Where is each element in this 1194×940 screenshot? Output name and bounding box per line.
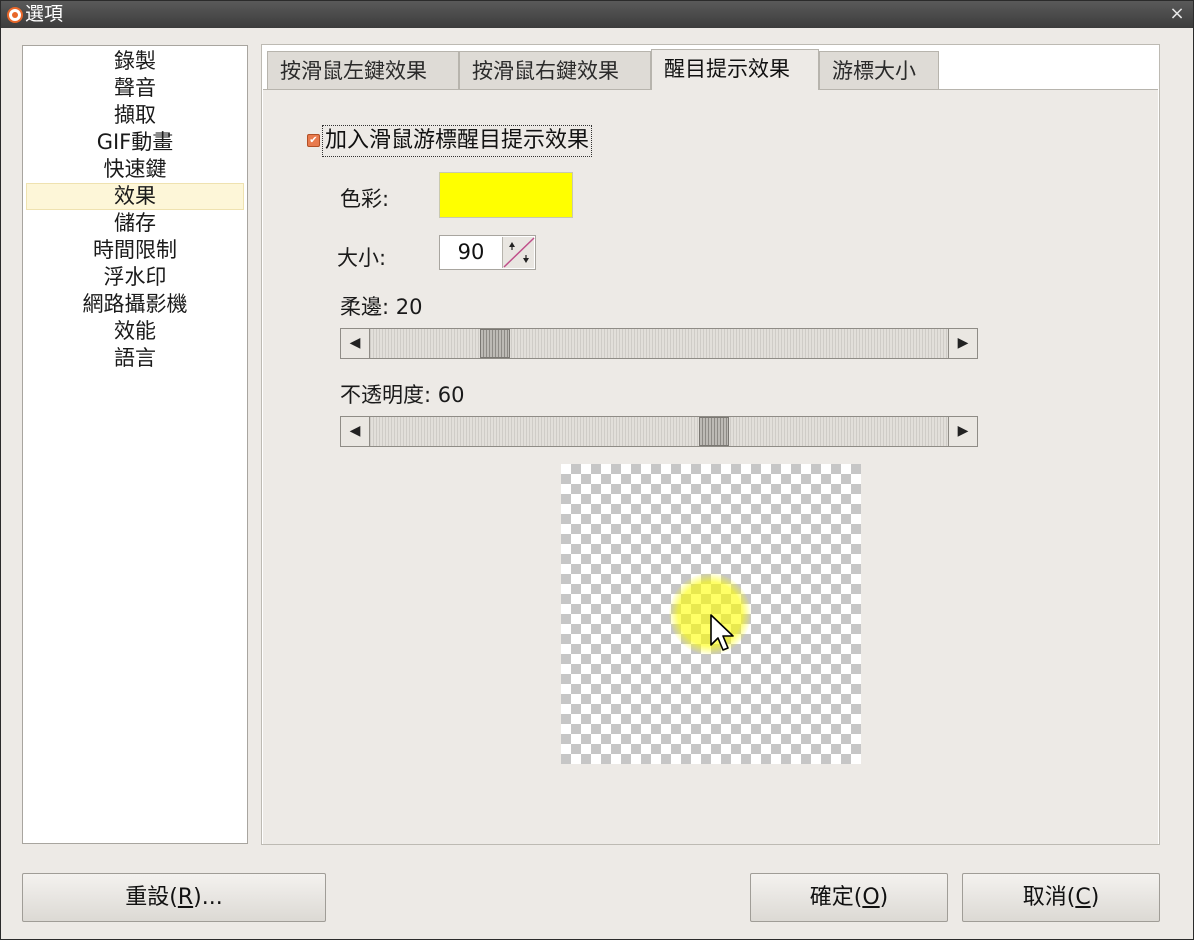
category-item-hotkeys[interactable]: 快速鍵: [26, 156, 244, 183]
checkmark-icon: ✔: [309, 135, 318, 146]
category-item-gif[interactable]: GIF動畫: [26, 129, 244, 156]
tab-highlight-effect[interactable]: 醒目提示效果: [651, 49, 819, 90]
opacity-slider[interactable]: ◀ ▶: [340, 416, 978, 447]
title-bar[interactable]: 選項 ×: [1, 1, 1193, 28]
opacity-thumb[interactable]: [699, 417, 729, 446]
triangle-right-icon: ▶: [957, 423, 969, 439]
tab-left-click-effect[interactable]: 按滑鼠左鍵效果: [267, 51, 459, 89]
category-item-audio[interactable]: 聲音: [26, 75, 244, 102]
category-item-recording[interactable]: 錄製: [26, 48, 244, 75]
softness-thumb[interactable]: [480, 329, 510, 358]
triangle-left-icon: ◀: [349, 423, 361, 439]
ok-mnemonic: O: [862, 885, 880, 910]
highlight-preview: [561, 464, 861, 764]
enable-highlight-label[interactable]: 加入滑鼠游標醒目提示效果: [322, 125, 593, 157]
opacity-increase-button[interactable]: ▶: [948, 417, 977, 446]
opacity-label: 不透明度: 60: [340, 383, 465, 407]
category-item-language[interactable]: 語言: [26, 345, 244, 372]
category-item-performance[interactable]: 效能: [26, 318, 244, 345]
options-dialog: 選項 × 錄製 聲音 擷取 GIF動畫 快速鍵 效果 儲存 時間限制 浮水印 網…: [0, 0, 1194, 940]
triangle-right-icon: ▶: [957, 335, 969, 351]
category-item-save[interactable]: 儲存: [26, 210, 244, 237]
cancel-button[interactable]: 取消(C): [962, 873, 1160, 922]
softness-track[interactable]: [370, 329, 948, 358]
close-button[interactable]: ×: [1167, 3, 1187, 25]
reset-button-label: 重設(: [125, 885, 178, 910]
size-label: 大小:: [337, 246, 387, 270]
reset-button-suffix: )...: [193, 885, 223, 910]
ok-button-label: 確定(: [809, 885, 863, 910]
color-label: 色彩:: [340, 187, 390, 211]
tab-right-click-effect[interactable]: 按滑鼠右鍵效果: [459, 51, 651, 89]
category-item-capture[interactable]: 擷取: [26, 102, 244, 129]
softness-increase-button[interactable]: ▶: [948, 329, 977, 358]
cancel-mnemonic: C: [1075, 885, 1091, 910]
category-item-time-limit[interactable]: 時間限制: [26, 237, 244, 264]
category-item-webcam[interactable]: 網路攝影機: [26, 291, 244, 318]
reset-mnemonic: R: [177, 885, 194, 910]
softness-slider[interactable]: ◀ ▶: [340, 328, 978, 359]
size-value[interactable]: 90: [440, 236, 502, 269]
size-spinbox[interactable]: 90: [439, 235, 536, 270]
reset-button[interactable]: 重設(R)...: [22, 873, 326, 922]
tab-cursor-size[interactable]: 游標大小: [819, 51, 939, 89]
category-item-effects[interactable]: 效果: [26, 183, 244, 210]
opacity-track[interactable]: [370, 417, 948, 446]
softness-decrease-button[interactable]: ◀: [341, 329, 370, 358]
size-spin-button[interactable]: [502, 237, 535, 268]
category-item-watermark[interactable]: 浮水印: [26, 264, 244, 291]
color-picker-button[interactable]: [439, 172, 573, 218]
app-icon: [7, 7, 23, 23]
spin-arrows-icon: [503, 237, 535, 268]
mouse-pointer-icon: [710, 614, 734, 651]
enable-highlight-checkbox[interactable]: ✔: [307, 134, 320, 147]
cancel-button-label: 取消(: [1022, 885, 1076, 910]
category-list: 錄製 聲音 擷取 GIF動畫 快速鍵 效果 儲存 時間限制 浮水印 網路攝影機 …: [22, 45, 248, 844]
softness-label: 柔邊: 20: [340, 295, 423, 319]
ok-button-suffix: ): [879, 885, 889, 910]
opacity-decrease-button[interactable]: ◀: [341, 417, 370, 446]
ok-button[interactable]: 確定(O): [750, 873, 948, 922]
triangle-left-icon: ◀: [349, 335, 361, 351]
window-title: 選項: [25, 3, 64, 25]
cancel-button-suffix: ): [1090, 885, 1100, 910]
